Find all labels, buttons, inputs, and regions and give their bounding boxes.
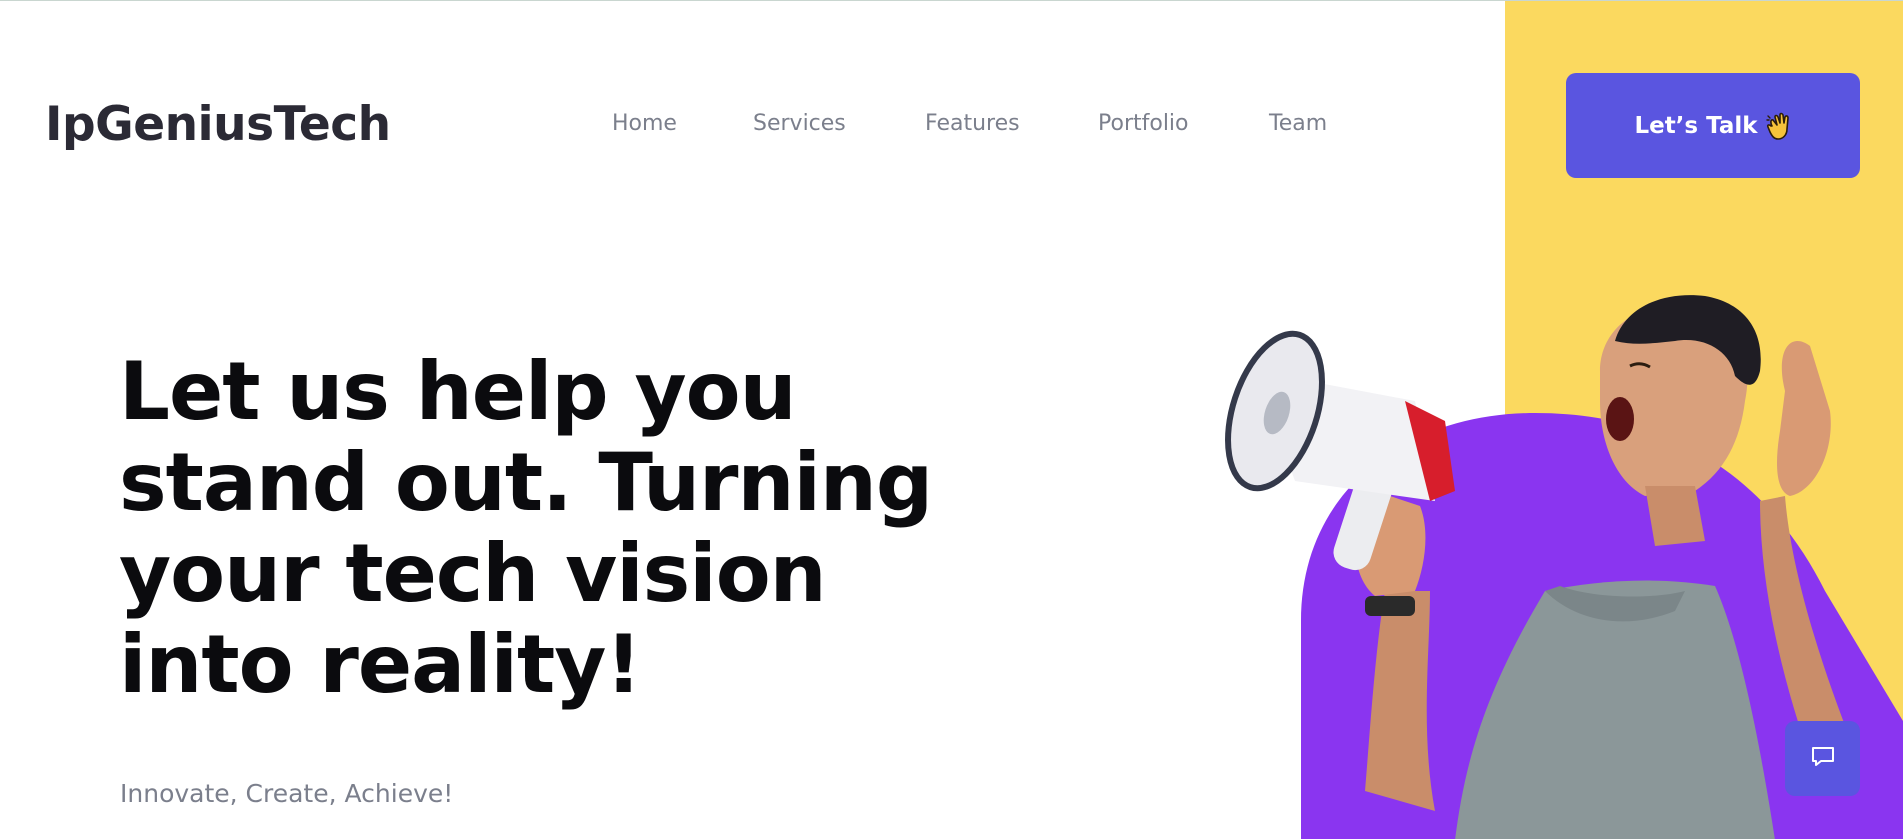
hero-title-part1: Let us bbox=[119, 345, 416, 438]
lets-talk-label: Let’s Talk bbox=[1634, 112, 1758, 139]
nav-team-link[interactable]: Team bbox=[1269, 111, 1327, 136]
chat-bubble-icon bbox=[1810, 745, 1836, 773]
nav-portfolio-link[interactable]: Portfolio bbox=[1098, 111, 1189, 136]
site-logo[interactable]: IpGeniusTech bbox=[45, 97, 391, 152]
waving-hand-icon bbox=[1765, 112, 1792, 140]
nav-services-link[interactable]: Services bbox=[753, 111, 846, 136]
hero-subtitle: Innovate, Create, Achieve! bbox=[120, 779, 454, 808]
nav-home-link[interactable]: Home bbox=[612, 111, 677, 136]
hero-title-highlight: help bbox=[415, 345, 609, 438]
chat-widget-button[interactable] bbox=[1785, 721, 1860, 796]
nav-features-link[interactable]: Features bbox=[925, 111, 1020, 136]
lets-talk-button[interactable]: Let’s Talk bbox=[1566, 73, 1860, 178]
landing-page: IpGeniusTech Home Services Features Port… bbox=[0, 0, 1903, 839]
hero-title: Let us help you stand out. Turning your … bbox=[119, 346, 939, 710]
